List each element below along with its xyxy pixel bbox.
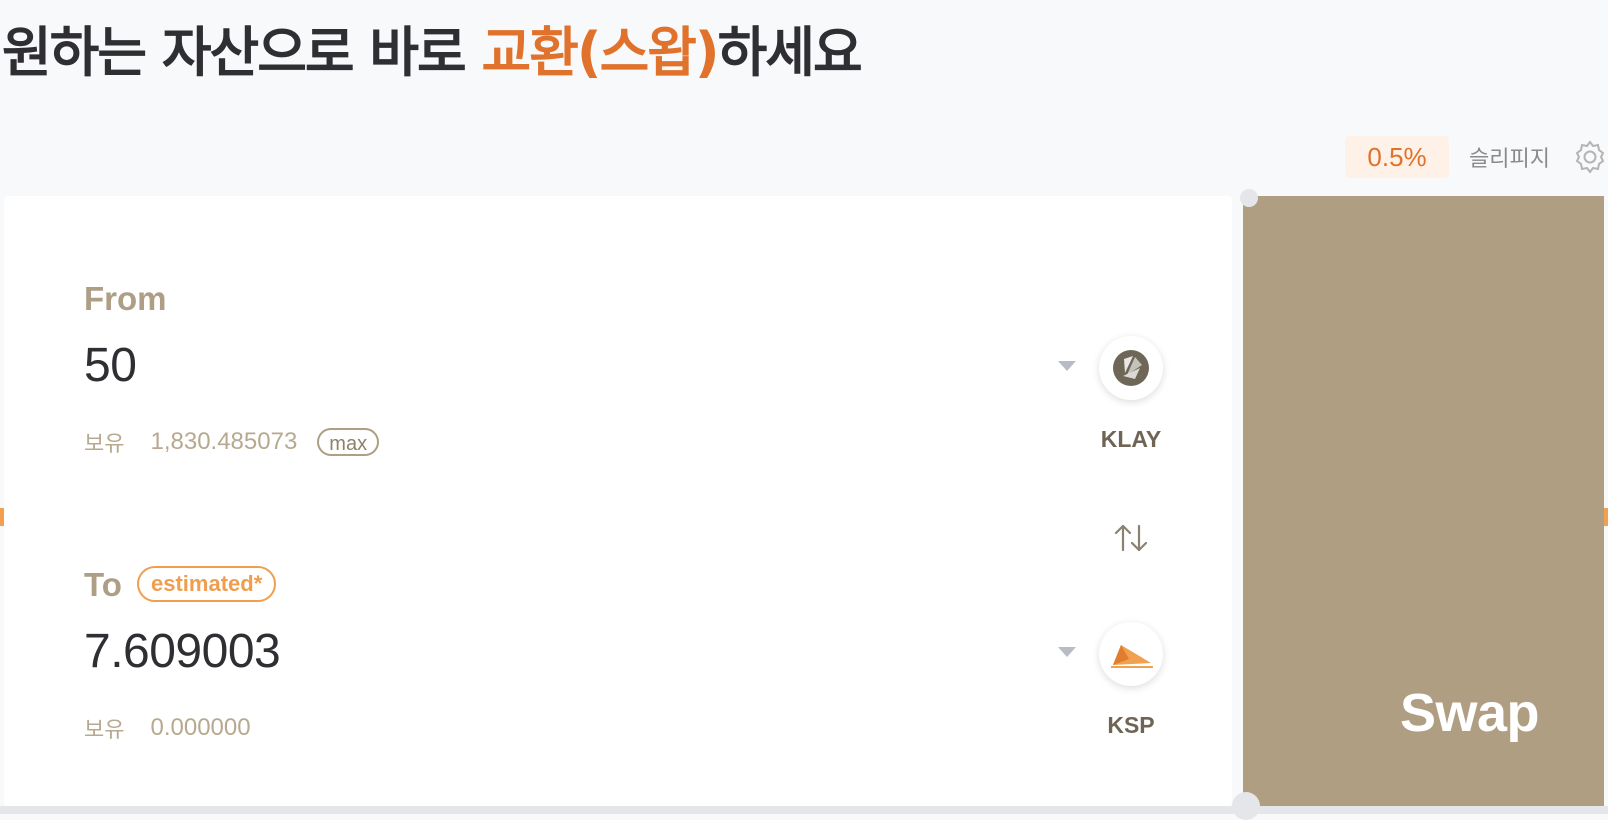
from-amount-input[interactable] [84,338,984,393]
ksp-token-icon [1111,645,1153,668]
from-token-button[interactable] [1099,336,1163,400]
panel-corner-node-top [1240,189,1258,207]
from-balance: 보유 1,830.485073 max [84,426,380,458]
to-amount-input[interactable] [84,624,984,679]
max-button[interactable]: max [317,428,380,456]
swap-button[interactable]: Swap [1243,196,1604,806]
card-shadow-bar [0,806,1608,814]
to-token-button[interactable] [1099,622,1163,686]
slippage-setting: 0.5% 슬리피지 [1345,136,1608,178]
panel-corner-node-bottom [1232,792,1260,820]
to-balance-value: 0.000000 [150,714,251,741]
from-balance-value: 1,830.485073 [150,428,298,455]
page-title: 원하는 자산으로 바로 교환(스왑)하세요 [2,8,863,87]
to-token-dropdown-caret[interactable] [1058,647,1076,657]
estimated-badge: estimated* [137,566,277,602]
headline-accent: 교환(스왑) [481,21,720,84]
to-balance-label: 보유 [84,718,125,743]
from-balance-label: 보유 [84,432,125,457]
swap-direction-icon[interactable] [1110,520,1152,556]
klay-token-icon [1113,350,1149,386]
from-token-symbol[interactable]: KLAY [1081,426,1181,453]
headline-text-2: 하세요 [717,21,863,84]
slippage-value-button[interactable]: 0.5% [1345,136,1450,178]
to-token-symbol[interactable]: KSP [1081,712,1181,739]
headline-text-1: 원하는 자산으로 바로 [2,21,482,84]
from-token-dropdown-caret[interactable] [1058,361,1076,371]
from-label: From [84,280,167,317]
gear-icon[interactable] [1572,139,1608,175]
slippage-label: 슬리피지 [1469,147,1550,172]
swap-button-label: Swap [1399,683,1540,743]
to-label: To [84,566,122,603]
to-balance: 보유 0.000000 [84,712,251,744]
